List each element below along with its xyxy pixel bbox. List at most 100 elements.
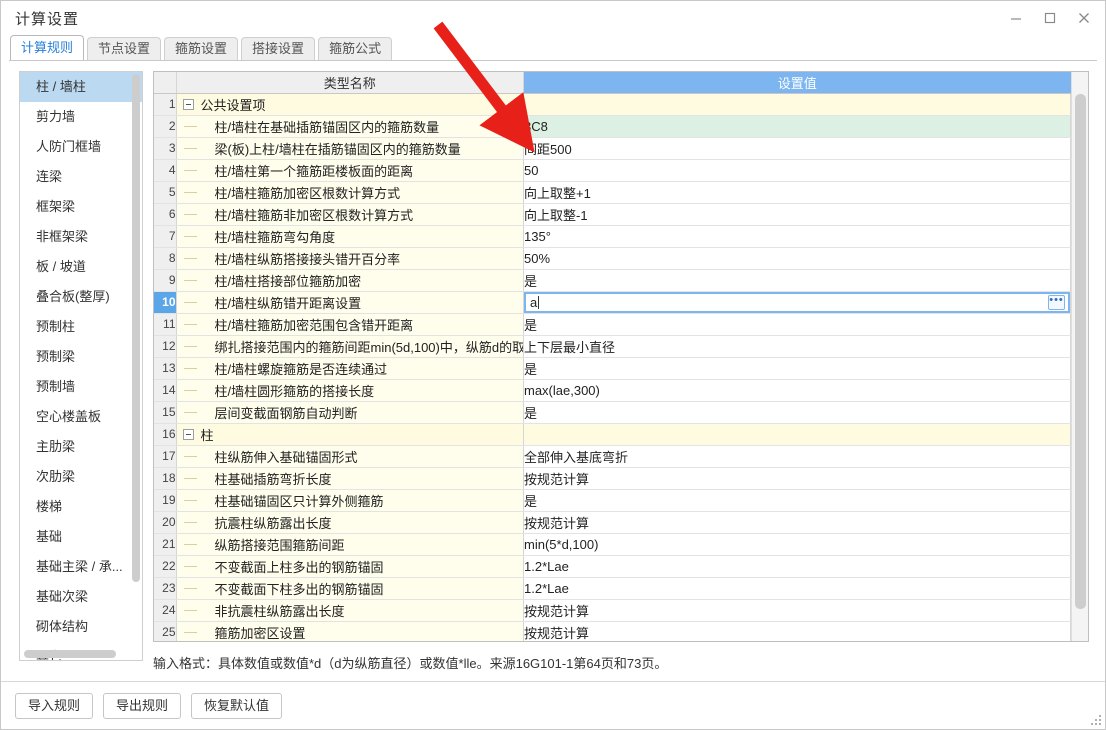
row-type-name[interactable]: 柱基础锚固区只计算外侧箍筋: [176, 489, 524, 512]
table-row[interactable]: 2 柱/墙柱在基础插筋锚固区内的箍筋数量 3C8: [154, 115, 1071, 138]
row-setting-value[interactable]: 135°: [523, 225, 1071, 248]
table-row[interactable]: 24 非抗震柱纵筋露出长度 按规范计算: [154, 599, 1071, 622]
table-row[interactable]: 22 不变截面上柱多出的钢筋锚固 1.2*Lae: [154, 555, 1071, 578]
row-number[interactable]: 11: [154, 313, 177, 336]
row-type-name[interactable]: 柱/墙柱圆形箍筋的搭接长度: [176, 379, 524, 402]
row-number[interactable]: 24: [154, 599, 177, 622]
row-setting-value[interactable]: 50: [523, 159, 1071, 182]
scrollbar-thumb[interactable]: [132, 74, 140, 582]
row-number[interactable]: 20: [154, 511, 177, 534]
row-type-name[interactable]: 纵筋搭接范围箍筋间距: [176, 533, 524, 556]
tab-node-settings[interactable]: 节点设置: [87, 37, 162, 60]
sidebar-item-slab-ramp[interactable]: 板 / 坡道: [20, 252, 142, 282]
row-setting-value[interactable]: 按规范计算: [523, 467, 1071, 490]
scrollbar-thumb[interactable]: [24, 650, 116, 658]
collapse-toggle-icon[interactable]: [182, 98, 194, 110]
maximize-icon[interactable]: [1033, 3, 1067, 33]
sidebar-item-precast-beam[interactable]: 预制梁: [20, 342, 142, 372]
row-type-name[interactable]: 柱/墙柱在基础插筋锚固区内的箍筋数量: [176, 115, 524, 138]
row-number[interactable]: 2: [154, 115, 177, 138]
scrollbar-thumb[interactable]: [1075, 94, 1086, 609]
row-setting-value[interactable]: 是: [523, 357, 1071, 380]
row-number[interactable]: 4: [154, 159, 177, 182]
row-type-name[interactable]: 不变截面上柱多出的钢筋锚固: [176, 555, 524, 578]
table-row[interactable]: 5 柱/墙柱箍筋加密区根数计算方式 向上取整+1: [154, 181, 1071, 204]
row-type-name[interactable]: 柱: [176, 423, 524, 446]
row-type-name[interactable]: 柱纵筋伸入基础锚固形式: [176, 445, 524, 468]
table-row[interactable]: 17 柱纵筋伸入基础锚固形式 全部伸入基底弯折: [154, 445, 1071, 468]
sidebar-horizontal-scrollbar[interactable]: [24, 650, 132, 658]
row-setting-value[interactable]: 上下层最小直径: [523, 335, 1071, 358]
row-type-name[interactable]: 梁(板)上柱/墙柱在插筋锚固区内的箍筋数量: [176, 137, 524, 160]
sidebar-item-foundation-main-beam[interactable]: 基础主梁 / 承...: [20, 552, 142, 582]
resize-grip[interactable]: [1091, 715, 1102, 726]
row-type-name[interactable]: 柱/墙柱纵筋错开距离设置: [176, 291, 524, 314]
row-setting-value[interactable]: 向上取整+1: [523, 181, 1071, 204]
row-setting-value-editor[interactable]: a •••: [523, 291, 1071, 314]
row-number[interactable]: 25: [154, 621, 177, 641]
sidebar-item-precast-wall[interactable]: 预制墙: [20, 372, 142, 402]
row-number[interactable]: 8: [154, 247, 177, 270]
sidebar-item-secondary-rib-beam[interactable]: 次肋梁: [20, 462, 142, 492]
table-row[interactable]: 23 不变截面下柱多出的钢筋锚固 1.2*Lae: [154, 577, 1071, 600]
row-setting-value[interactable]: [523, 93, 1071, 116]
row-setting-value[interactable]: 是: [523, 489, 1071, 512]
tab-calculation-rules[interactable]: 计算规则: [10, 35, 85, 60]
sidebar-item-main-rib-beam[interactable]: 主肋梁: [20, 432, 142, 462]
sidebar-item-precast-column[interactable]: 预制柱: [20, 312, 142, 342]
sidebar-item-frame-beam[interactable]: 框架梁: [20, 192, 142, 222]
row-type-name[interactable]: 抗震柱纵筋露出长度: [176, 511, 524, 534]
row-type-name[interactable]: 柱/墙柱箍筋非加密区根数计算方式: [176, 203, 524, 226]
row-number[interactable]: 22: [154, 555, 177, 578]
grid-vertical-scrollbar[interactable]: [1071, 72, 1088, 641]
row-number[interactable]: 1: [154, 93, 177, 116]
row-number[interactable]: 15: [154, 401, 177, 424]
export-rules-button[interactable]: 导出规则: [103, 692, 182, 719]
row-setting-value[interactable]: 是: [523, 269, 1071, 292]
row-setting-value[interactable]: 是: [523, 313, 1071, 336]
sidebar-item-stair[interactable]: 楼梯: [20, 492, 142, 522]
row-type-name[interactable]: 柱/墙柱箍筋弯勾角度: [176, 225, 524, 248]
row-number[interactable]: 10: [154, 291, 177, 314]
row-number[interactable]: 6: [154, 203, 177, 226]
table-row[interactable]: 16 柱: [154, 423, 1071, 446]
row-number[interactable]: 19: [154, 489, 177, 512]
row-setting-value[interactable]: 按规范计算: [523, 511, 1071, 534]
row-number[interactable]: 3: [154, 137, 177, 160]
row-setting-value[interactable]: 1.2*Lae: [523, 577, 1071, 600]
row-number[interactable]: 16: [154, 423, 177, 446]
sidebar-item-foundation-secondary-beam[interactable]: 基础次梁: [20, 582, 142, 612]
value-edit-field[interactable]: a •••: [524, 291, 1070, 312]
table-row[interactable]: 1 公共设置项: [154, 93, 1071, 116]
table-row-editing[interactable]: 10 柱/墙柱纵筋错开距离设置 a •••: [154, 291, 1071, 314]
row-type-name[interactable]: 柱/墙柱搭接部位箍筋加密: [176, 269, 524, 292]
row-number[interactable]: 21: [154, 533, 177, 556]
table-row[interactable]: 12 绑扎搭接范围内的箍筋间距min(5d,100)中，纵筋d的取值 上下层最小…: [154, 335, 1071, 358]
row-type-name[interactable]: 柱/墙柱箍筋加密区根数计算方式: [176, 181, 524, 204]
tab-stirrup-formula[interactable]: 箍筋公式: [318, 37, 393, 60]
row-setting-value[interactable]: min(5*d,100): [523, 533, 1071, 556]
row-number[interactable]: 5: [154, 181, 177, 204]
row-setting-value[interactable]: 按规范计算: [523, 621, 1071, 641]
table-row[interactable]: 11 柱/墙柱箍筋加密范围包含错开距离 是: [154, 313, 1071, 336]
table-row[interactable]: 15 层间变截面钢筋自动判断 是: [154, 401, 1071, 424]
row-type-name[interactable]: 柱/墙柱箍筋加密范围包含错开距离: [176, 313, 524, 336]
table-row[interactable]: 9 柱/墙柱搭接部位箍筋加密 是: [154, 269, 1071, 292]
row-setting-value[interactable]: 是: [523, 401, 1071, 424]
row-number[interactable]: 17: [154, 445, 177, 468]
sidebar-item-nonframe-beam[interactable]: 非框架梁: [20, 222, 142, 252]
row-number[interactable]: 13: [154, 357, 177, 380]
row-number[interactable]: 18: [154, 467, 177, 490]
row-type-name[interactable]: 箍筋加密区设置: [176, 621, 524, 641]
close-icon[interactable]: [1067, 3, 1101, 33]
table-row[interactable]: 13 柱/墙柱螺旋箍筋是否连续通过 是: [154, 357, 1071, 380]
minimize-icon[interactable]: [999, 3, 1033, 33]
column-header-type-name[interactable]: 类型名称: [176, 72, 524, 94]
row-setting-value[interactable]: max(lae,300): [523, 379, 1071, 402]
row-setting-value[interactable]: 50%: [523, 247, 1071, 270]
sidebar-vertical-scrollbar[interactable]: [132, 74, 140, 619]
table-row[interactable]: 8 柱/墙柱纵筋搭接接头错开百分率 50%: [154, 247, 1071, 270]
table-row[interactable]: 21 纵筋搭接范围箍筋间距 min(5*d,100): [154, 533, 1071, 556]
row-type-name[interactable]: 非抗震柱纵筋露出长度: [176, 599, 524, 622]
sidebar-item-shearwall[interactable]: 剪力墙: [20, 102, 142, 132]
